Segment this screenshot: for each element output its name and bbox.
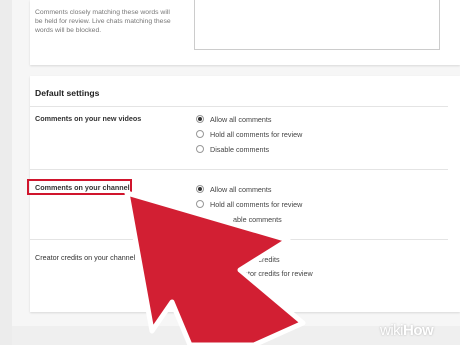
wikihow-watermark: wikiHow — [380, 322, 456, 340]
watermark-suffix: How — [403, 322, 434, 339]
watermark-prefix: wiki — [380, 322, 404, 339]
pointer-arrow-icon — [124, 190, 306, 345]
arrow-shape — [124, 190, 306, 345]
